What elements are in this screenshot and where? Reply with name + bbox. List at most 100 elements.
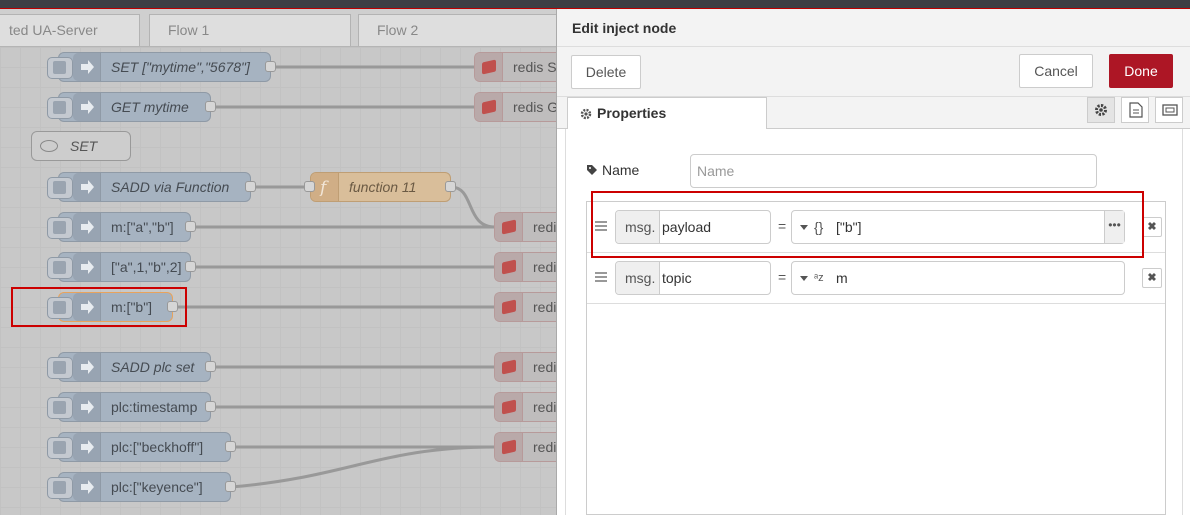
- redis-node[interactable]: redis: [494, 212, 556, 242]
- delete-button[interactable]: Delete: [571, 55, 641, 89]
- input-port[interactable]: [304, 181, 315, 192]
- redis-icon: [495, 353, 523, 381]
- payload-highlight-box: [591, 191, 1144, 258]
- redis-node[interactable]: redis: [494, 392, 556, 422]
- inject-button[interactable]: [47, 257, 73, 279]
- tag-icon: [587, 165, 597, 175]
- comment-label: SET: [70, 138, 98, 154]
- inject-button[interactable]: [47, 177, 73, 199]
- panel-toolbar: Delete Cancel Done: [557, 47, 1190, 97]
- inject-node-a-1-b-2[interactable]: ["a",1,"b",2]: [47, 252, 191, 282]
- settings-icon-button[interactable]: [1087, 97, 1115, 123]
- tab-flow-1[interactable]: Flow 1: [149, 14, 351, 46]
- redis-icon: [495, 253, 523, 281]
- description-icon-button[interactable]: [1121, 97, 1149, 123]
- done-button[interactable]: Done: [1109, 54, 1173, 88]
- svg-text:f: f: [318, 178, 329, 196]
- arrow-icon: [73, 393, 101, 421]
- drag-handle-icon[interactable]: [595, 272, 607, 282]
- inject-node-plc-keyence[interactable]: plc:["keyence"]: [47, 472, 231, 502]
- caret-down-icon[interactable]: [800, 276, 808, 281]
- name-label: Name: [602, 162, 640, 178]
- node-label: redis: [533, 299, 556, 315]
- inject-node-set-mytime[interactable]: SET ["mytime","5678"]: [47, 52, 271, 82]
- document-icon: [1129, 102, 1143, 118]
- node-label: m:["a","b"]: [111, 219, 174, 235]
- output-port[interactable]: [185, 261, 196, 272]
- output-port[interactable]: [205, 101, 216, 112]
- redis-icon: [495, 393, 523, 421]
- output-port[interactable]: [265, 61, 276, 72]
- redis-node[interactable]: redis: [494, 432, 556, 462]
- redis-node[interactable]: redis GE: [474, 92, 556, 122]
- output-port[interactable]: [445, 181, 456, 192]
- property-value-input[interactable]: ᵃz m: [791, 261, 1125, 295]
- function-icon: f: [311, 173, 339, 201]
- string-type-icon[interactable]: ᵃz: [814, 272, 824, 284]
- output-port[interactable]: [225, 481, 236, 492]
- appearance-icon-button[interactable]: [1155, 97, 1183, 123]
- inject-node-plc-timestamp[interactable]: plc:timestamp: [47, 392, 211, 422]
- redis-icon: [495, 293, 523, 321]
- inject-node-sadd-plc-set[interactable]: SADD plc set: [47, 352, 211, 382]
- arrow-icon: [73, 213, 101, 241]
- flow-tab-bar: ted UA-Server Flow 1 Flow 2: [0, 9, 556, 47]
- comment-node[interactable]: SET: [31, 131, 131, 161]
- node-label: plc:["keyence"]: [111, 479, 203, 495]
- redis-node[interactable]: redis: [494, 292, 556, 322]
- edit-inject-node-panel: Edit inject node Delete Cancel Done Prop…: [556, 9, 1190, 515]
- arrow-icon: [73, 173, 101, 201]
- panel-tab-row: Properties: [557, 97, 1190, 130]
- output-port[interactable]: [205, 401, 216, 412]
- cancel-button[interactable]: Cancel: [1019, 54, 1093, 88]
- node-label: ["a",1,"b",2]: [111, 259, 182, 275]
- node-label: plc:timestamp: [111, 399, 198, 415]
- inject-button[interactable]: [47, 357, 73, 379]
- inject-node-m-a-b[interactable]: m:["a","b"]: [47, 212, 191, 242]
- inject-button[interactable]: [47, 437, 73, 459]
- redis-icon: [475, 53, 503, 81]
- node-label: GET mytime: [111, 99, 189, 115]
- msg-prefix: msg.: [616, 262, 660, 294]
- output-port[interactable]: [245, 181, 256, 192]
- inject-button[interactable]: [47, 217, 73, 239]
- equals-sign: =: [778, 269, 787, 285]
- inject-button[interactable]: [47, 57, 73, 79]
- inject-button[interactable]: [47, 97, 73, 119]
- function-node[interactable]: f function 11: [310, 172, 451, 202]
- output-port[interactable]: [225, 441, 236, 452]
- arrow-icon: [73, 353, 101, 381]
- inject-node-plc-beckhoff[interactable]: plc:["beckhoff"]: [47, 432, 231, 462]
- node-label: redis SE: [513, 59, 556, 75]
- remove-row-button[interactable]: ✖: [1142, 268, 1162, 288]
- redis-node[interactable]: redis: [494, 252, 556, 282]
- tab-ua-server[interactable]: ted UA-Server: [0, 14, 140, 46]
- arrow-icon: [73, 433, 101, 461]
- output-port[interactable]: [185, 221, 196, 232]
- remove-row-button[interactable]: ✖: [1142, 217, 1162, 237]
- tab-properties[interactable]: Properties: [567, 97, 767, 130]
- redis-icon: [495, 213, 523, 241]
- flow-workspace[interactable]: ted UA-Server Flow 1 Flow 2 SET ["mytime…: [0, 9, 556, 515]
- inject-button[interactable]: [47, 477, 73, 499]
- properties-content: Name msg. payload = {} ["b"] ••• ✖: [565, 129, 1183, 515]
- panel-title: Edit inject node: [557, 9, 1190, 47]
- inject-node-get-mytime[interactable]: GET mytime: [47, 92, 211, 122]
- property-key-input[interactable]: msg. topic: [615, 261, 771, 295]
- inject-node-sadd-via-function[interactable]: SADD via Function: [47, 172, 251, 202]
- redis-node[interactable]: redis: [494, 352, 556, 382]
- name-input[interactable]: [690, 154, 1097, 188]
- flow-canvas[interactable]: SET ["mytime","5678"] GET mytime SET SAD…: [0, 47, 556, 515]
- node-label: redis: [533, 259, 556, 275]
- redis-icon: [495, 433, 523, 461]
- tab-flow-2[interactable]: Flow 2: [358, 14, 556, 46]
- gear-icon: [580, 108, 592, 120]
- arrow-icon: [73, 93, 101, 121]
- inject-button[interactable]: [47, 397, 73, 419]
- selection-highlight-box: [11, 287, 187, 327]
- redis-node[interactable]: redis SE: [474, 52, 556, 82]
- node-label: redis: [533, 399, 556, 415]
- output-port[interactable]: [205, 361, 216, 372]
- node-label: redis: [533, 439, 556, 455]
- node-label: SADD via Function: [111, 179, 230, 195]
